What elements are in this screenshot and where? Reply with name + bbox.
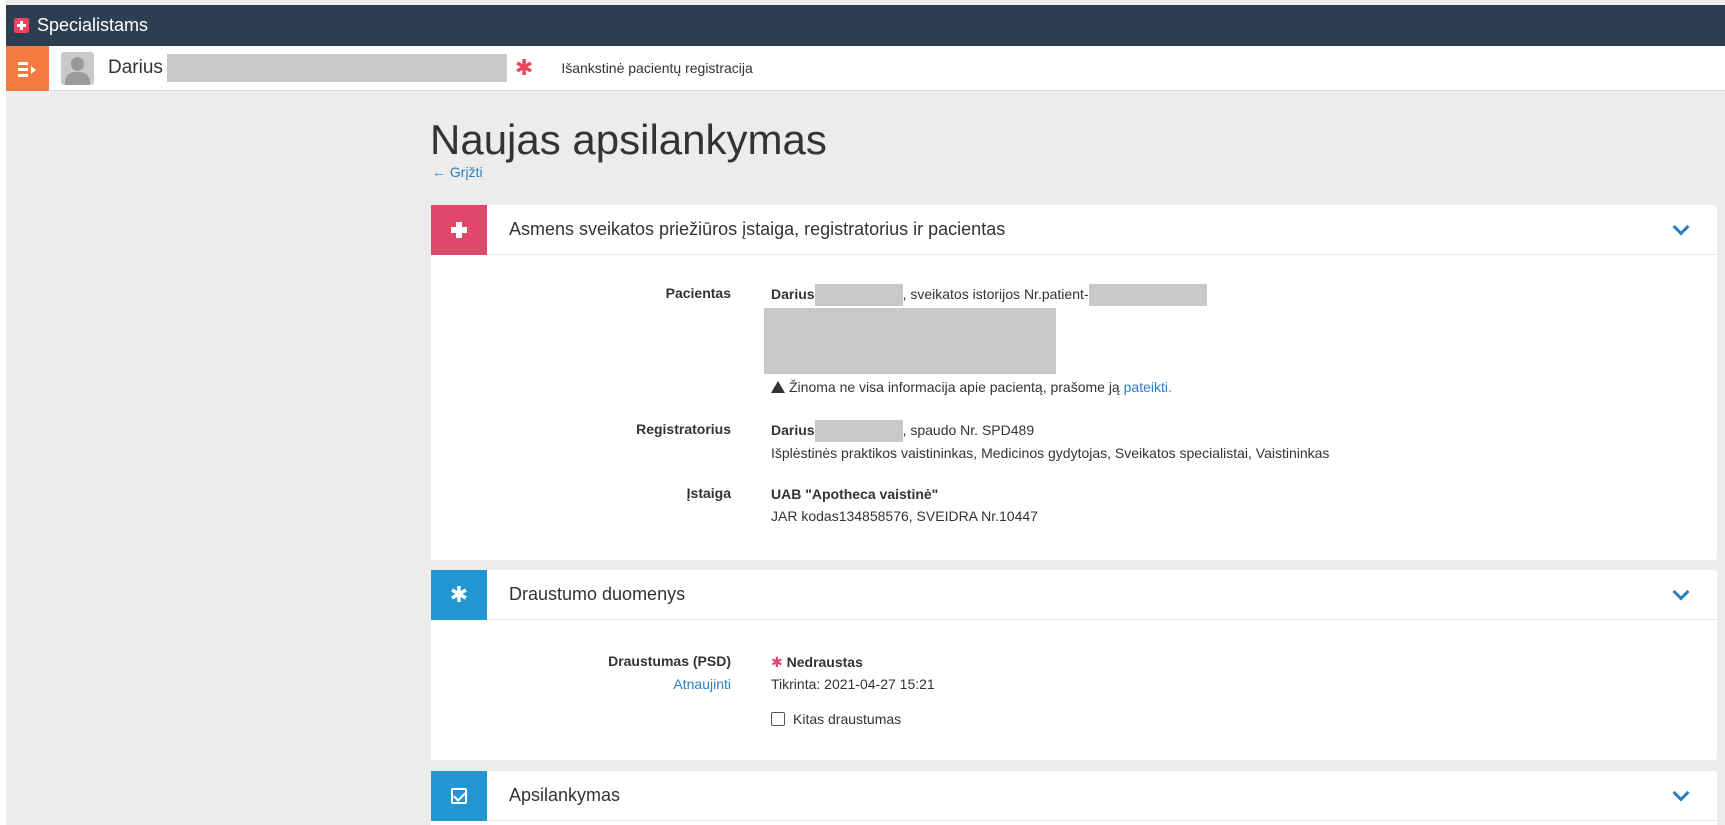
registrar-name: Darius [771, 422, 815, 438]
insurance-card-header[interactable]: ✱ Draustumo duomenys [431, 569, 1717, 620]
insurance-label: Draustumas (PSD) [608, 653, 731, 669]
patient-name: Darius [771, 286, 815, 302]
visit-card-header[interactable]: Apsilankymas [431, 770, 1717, 821]
patient-warning: Žinoma ne visa informacija apie pacientą… [771, 376, 1172, 398]
warning-icon [771, 381, 785, 393]
insurance-checked: Tikrinta: 2021-04-27 15:21 [771, 676, 935, 692]
redacted-patient-surname [814, 284, 903, 307]
registrar-roles: Išplėstinės praktikos vaistininkas, Medi… [771, 445, 1330, 462]
back-link[interactable]: ← Grįžti [432, 164, 483, 180]
checkbox-icon [451, 787, 467, 804]
user-bar: Darius ✱ Išankstinė pacientų registracij… [6, 45, 1725, 91]
refresh-insurance-link[interactable]: Atnaujinti [431, 676, 731, 692]
other-insurance-row[interactable]: Kitas draustumas [771, 708, 901, 730]
warning-text: Žinoma ne visa informacija apie pacientą… [789, 379, 1120, 395]
chevron-down-icon[interactable] [1672, 218, 1690, 236]
insurance-value: ✱ Nedraustas Tikrinta: 2021-04-27 15:21 [771, 651, 935, 695]
registrar-value: Darius , spaudo Nr. SPD489 Išplėstinės pr… [771, 419, 1329, 464]
redacted-patient-details [764, 308, 1056, 374]
avatar[interactable] [61, 51, 94, 85]
asterisk-icon: ✱ [431, 569, 487, 620]
app-title[interactable]: Specialistams [37, 15, 148, 36]
top-navbar: Specialistams [6, 5, 1725, 46]
chevron-down-icon[interactable] [1672, 583, 1690, 601]
institution-name: UAB "Apotheca vaistinė" [771, 486, 939, 502]
user-name[interactable]: Darius [108, 57, 163, 79]
asterisk-icon: ✱ [771, 654, 783, 670]
redacted-registrar-surname [814, 420, 903, 443]
other-insurance-checkbox[interactable] [771, 712, 785, 726]
patient-label: Pacientas [665, 285, 731, 301]
left-edge [0, 0, 6, 825]
submit-info-link[interactable]: pateikti. [1124, 379, 1172, 395]
visit-card: Apsilankymas [431, 770, 1717, 825]
institution-value: UAB "Apotheca vaistinė" JAR kodas1348585… [771, 483, 1038, 527]
insurance-status: Nedraustas [786, 654, 863, 670]
menu-icon [18, 61, 28, 65]
institution-codes: JAR kodas134858576, SVEIDRA Nr.10447 [771, 508, 1038, 524]
card-icon-box [431, 770, 487, 821]
page-title: Naujas apsilankymas [430, 116, 827, 163]
card-title: Draustumo duomenys [509, 584, 686, 604]
arrow-right-icon [31, 65, 36, 74]
asterisk-icon: ✱ [514, 55, 534, 80]
card-icon-box [431, 204, 487, 255]
menu-toggle-button[interactable] [6, 45, 49, 91]
plus-icon [451, 221, 467, 238]
brand-cross-icon [14, 18, 29, 33]
card-title: Asmens sveikatos priežiūros įstaiga, reg… [509, 219, 1006, 239]
other-insurance-label[interactable]: Kitas draustumas [793, 711, 901, 727]
redacted-user-surname [166, 54, 507, 82]
prereg-link[interactable]: Išankstinė pacientų registracija [561, 60, 752, 76]
institution-card: Asmens sveikatos priežiūros įstaiga, reg… [431, 204, 1717, 560]
card-title: Apsilankymas [509, 785, 621, 805]
institution-card-header[interactable]: Asmens sveikatos priežiūros įstaiga, reg… [431, 204, 1717, 255]
menu-icon-line [18, 67, 28, 71]
patient-value: Darius , sveikatos istorijos Nr.patient- [771, 283, 1207, 307]
redacted-history-number [1088, 284, 1207, 307]
patient-history: , sveikatos istorijos Nr.patient- [902, 286, 1089, 302]
chevron-down-icon[interactable] [1672, 784, 1690, 802]
insurance-card: ✱ Draustumo duomenys Draustumas (PSD) At… [431, 569, 1717, 760]
menu-icon-line [18, 73, 28, 77]
avatar-body [65, 71, 90, 85]
registrar-label: Registratorius [636, 421, 731, 437]
registrar-stamp: , spaudo Nr. SPD489 [902, 422, 1035, 438]
institution-label: Įstaiga [686, 485, 731, 501]
avatar-head [71, 56, 84, 71]
